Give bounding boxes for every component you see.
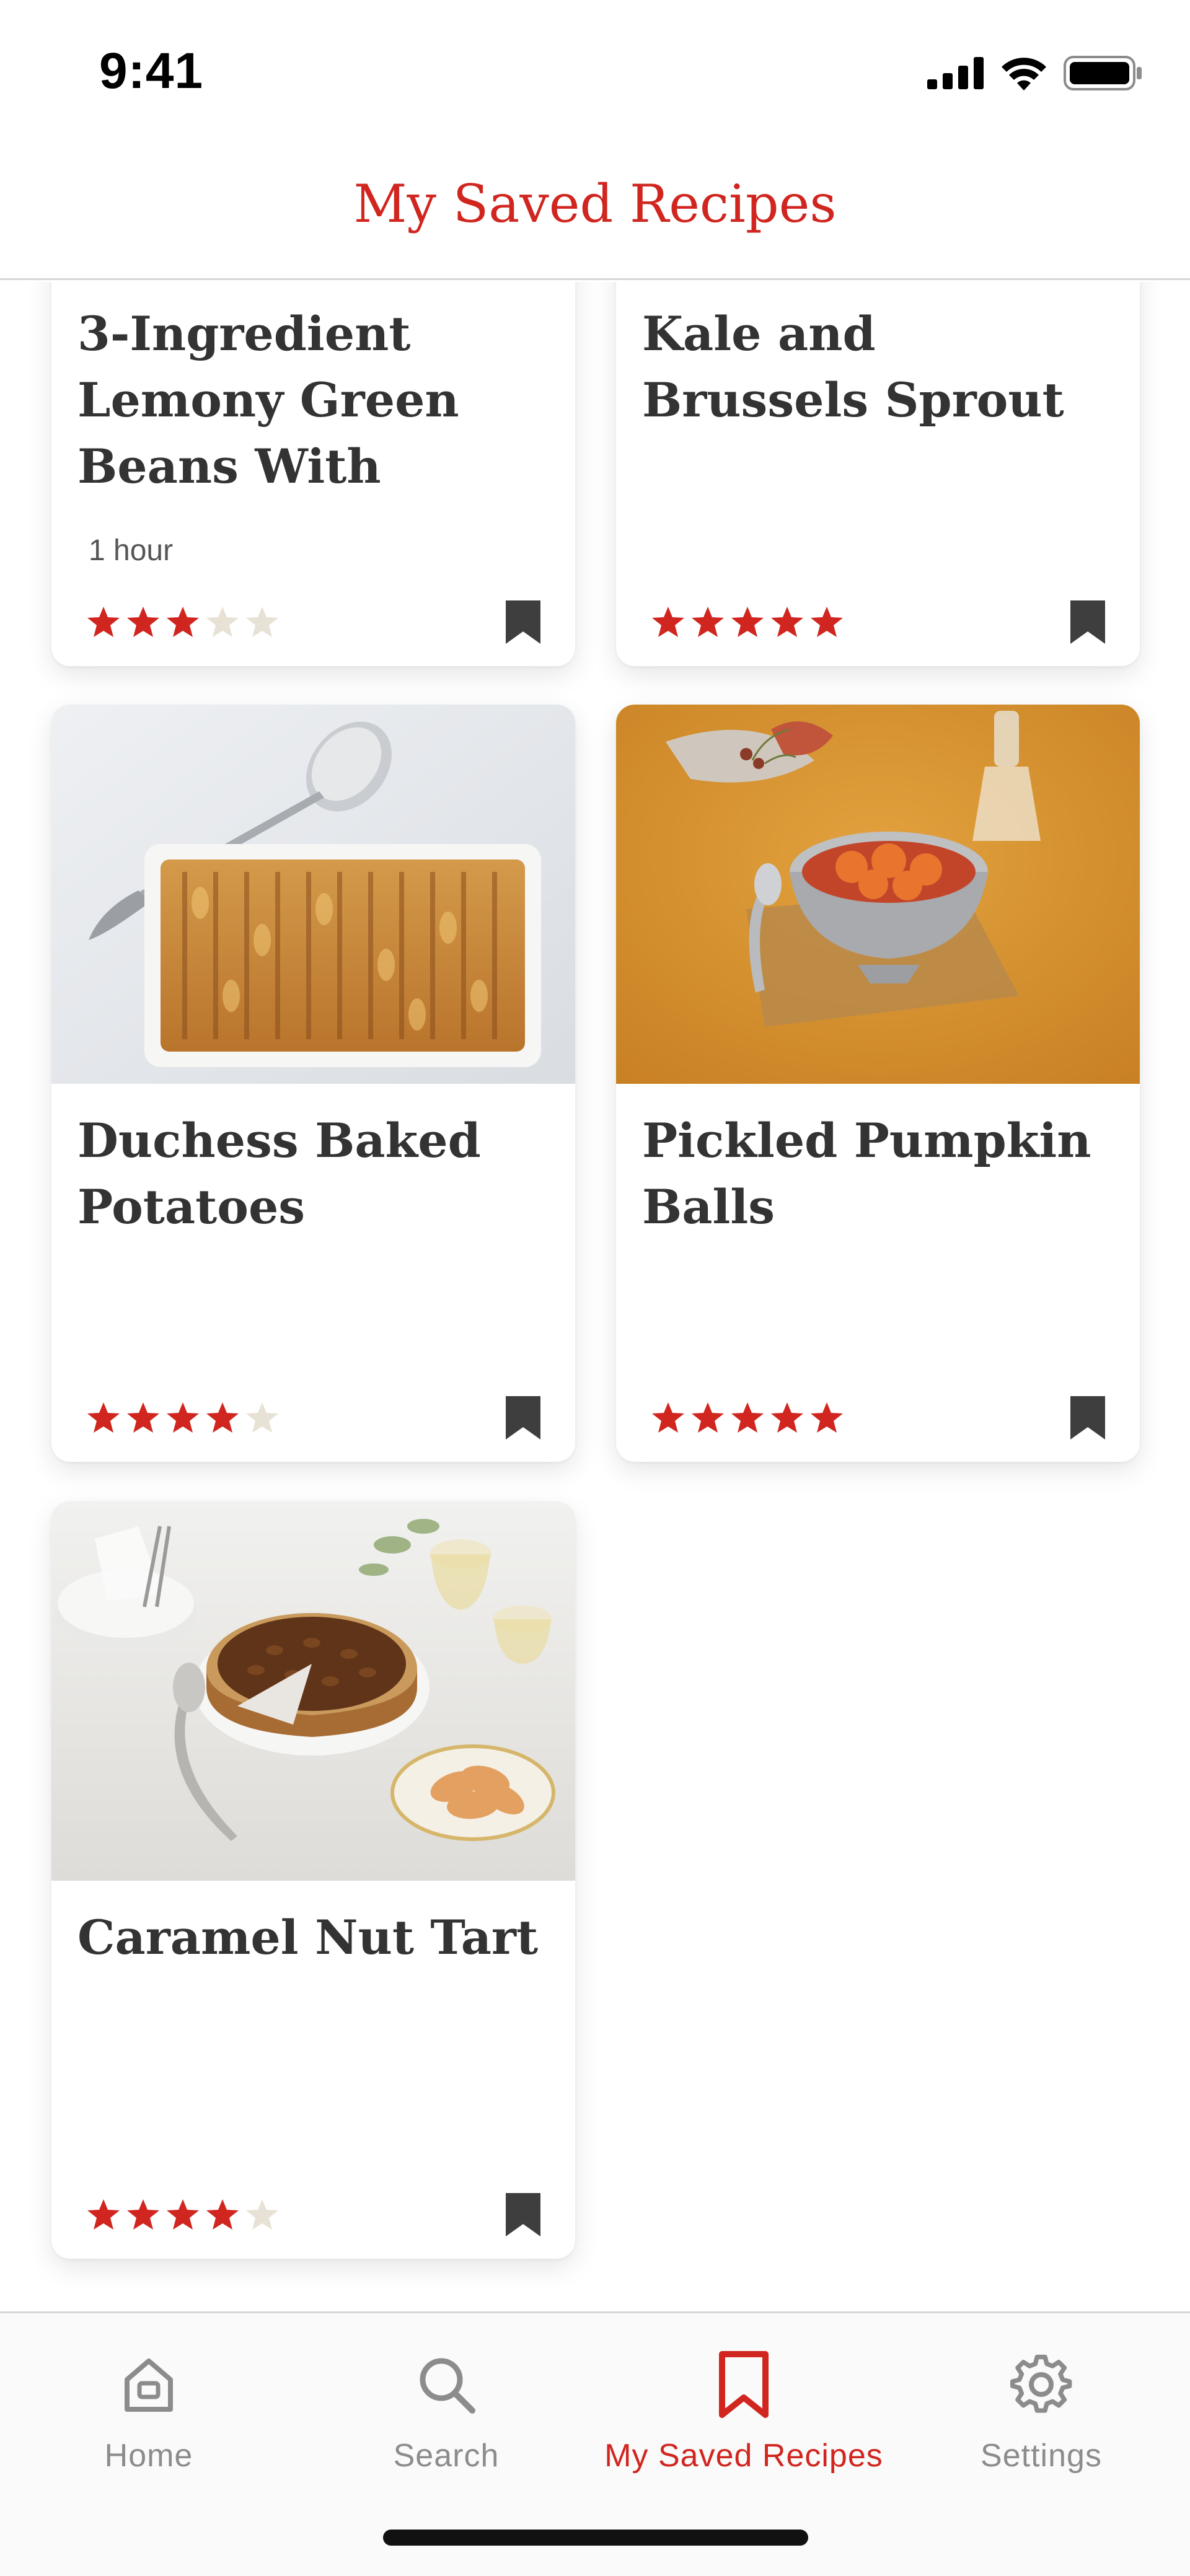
recipe-card-caramel-nut-tart[interactable]: Caramel Nut Tart	[51, 1501, 575, 2259]
star-filled-icon	[811, 1402, 843, 1433]
star-filled-icon	[87, 607, 120, 637]
tab-home[interactable]: Home	[0, 2350, 298, 2505]
bookmark-icon[interactable]	[506, 600, 540, 647]
tab-label: Search	[393, 2438, 500, 2474]
recipe-duration: 1 hour	[89, 534, 174, 567]
recipe-image	[616, 705, 1140, 1084]
star-filled-icon	[87, 1402, 120, 1433]
star-filled-icon	[87, 2199, 120, 2230]
star-filled-icon	[206, 1402, 239, 1433]
tab-search[interactable]: Search	[298, 2350, 595, 2505]
recipe-card-green-beans[interactable]: 3-Ingredient Lemony Green Beans With Fri…	[51, 282, 575, 666]
tab-label: Home	[104, 2438, 193, 2474]
star-rating	[86, 605, 280, 639]
star-filled-icon	[731, 607, 764, 637]
bookmark-icon	[718, 2350, 769, 2419]
home-icon	[122, 2350, 175, 2419]
star-filled-icon	[652, 607, 684, 637]
recipe-grid[interactable]: 3-Ingredient Lemony Green Beans With Fri…	[0, 282, 1190, 2311]
star-filled-icon	[771, 607, 803, 637]
star-filled-icon	[811, 607, 843, 637]
star-empty-icon	[246, 1402, 278, 1433]
star-rating	[651, 605, 844, 639]
star-filled-icon	[692, 607, 724, 637]
star-empty-icon	[246, 607, 278, 637]
star-filled-icon	[652, 1402, 684, 1433]
bookmark-icon[interactable]	[506, 1396, 540, 1443]
bookmark-icon[interactable]	[1070, 600, 1105, 647]
home-indicator[interactable]	[383, 2530, 808, 2546]
star-empty-icon	[206, 607, 239, 637]
header: My Saved Recipes	[0, 143, 1190, 280]
star-filled-icon	[771, 1402, 803, 1433]
recipe-title: Kale and Brussels Sprout Salad	[642, 306, 1064, 428]
tab-label: My Saved Recipes	[604, 2438, 883, 2474]
star-filled-icon	[167, 2199, 199, 2230]
star-filled-icon	[127, 607, 159, 637]
star-filled-icon	[167, 1402, 199, 1433]
recipe-card-pickled-pumpkin[interactable]: Pickled Pumpkin Balls	[616, 705, 1140, 1462]
recipe-title: Caramel Nut Tart	[77, 1910, 539, 1965]
recipe-image	[51, 705, 575, 1084]
star-rating	[86, 2198, 280, 2231]
battery-icon	[1064, 56, 1142, 90]
star-rating	[86, 1401, 280, 1435]
star-filled-icon	[731, 1402, 764, 1433]
star-filled-icon	[167, 607, 199, 637]
status-icons	[927, 55, 1143, 92]
status-bar: 9:41	[0, 0, 1190, 143]
status-time: 9:41	[99, 43, 204, 99]
recipe-image	[51, 1501, 575, 1881]
recipe-card-kale-salad[interactable]: Kale and Brussels Sprout Salad	[616, 282, 1140, 666]
tab-my-saved-recipes[interactable]: My Saved Recipes	[595, 2350, 892, 2505]
star-filled-icon	[127, 1402, 159, 1433]
star-rating	[651, 1401, 844, 1435]
star-filled-icon	[692, 1402, 724, 1433]
tab-settings[interactable]: Settings	[892, 2350, 1190, 2505]
search-icon	[416, 2350, 476, 2419]
star-empty-icon	[246, 2199, 278, 2230]
bookmark-icon[interactable]	[1070, 1396, 1105, 1443]
recipe-title: 3-Ingredient Lemony Green Beans With Fri…	[77, 306, 459, 494]
recipe-title: Pickled Pumpkin Balls	[642, 1113, 1091, 1234]
tab-label: Settings	[981, 2438, 1102, 2474]
wifi-icon	[1002, 58, 1046, 90]
bookmark-icon[interactable]	[506, 2193, 540, 2240]
cellular-signal-icon	[927, 57, 984, 89]
recipe-title: Duchess Baked Potatoes	[77, 1113, 481, 1234]
star-filled-icon	[127, 2199, 159, 2230]
recipe-card-duchess-potatoes[interactable]: Duchess Baked Potatoes	[51, 705, 575, 1462]
gear-icon	[1010, 2350, 1072, 2419]
star-filled-icon	[206, 2199, 239, 2230]
page-title: My Saved Recipes	[353, 174, 837, 234]
